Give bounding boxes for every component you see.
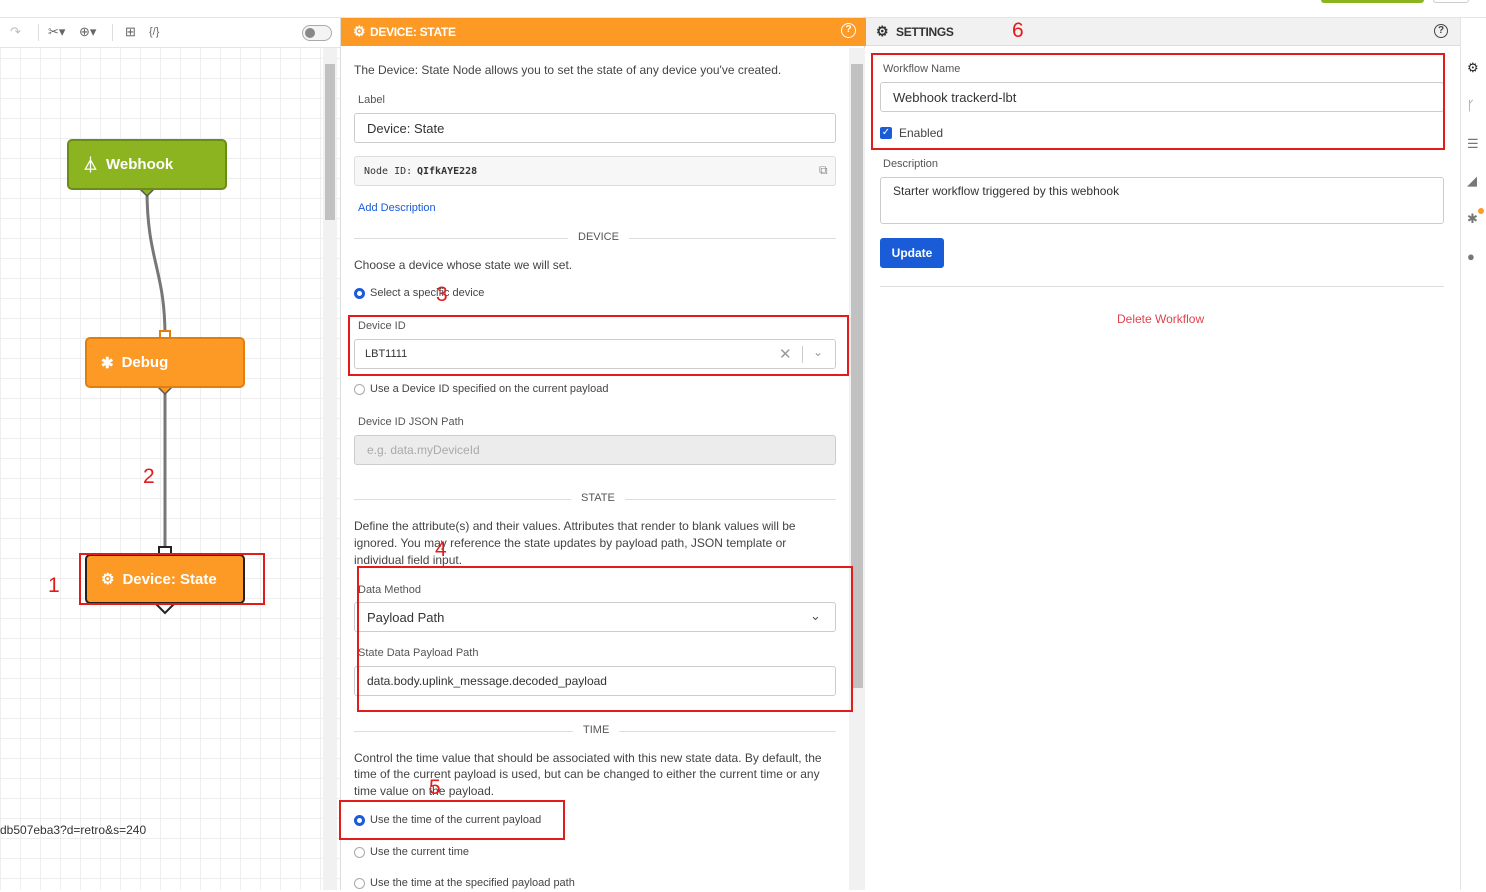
node-label: Debug <box>121 354 169 371</box>
node-id-caption: Node ID: <box>364 166 413 177</box>
gear-icon[interactable]: ⚙ <box>1467 60 1479 76</box>
workflow-name-input[interactable]: Webhook trackerd-lbt <box>880 82 1444 112</box>
globe-icon[interactable]: ● <box>1467 249 1475 264</box>
description-textarea[interactable]: Starter workflow triggered by this webho… <box>880 177 1444 224</box>
data-method-label: Data Method <box>358 584 421 596</box>
radio-time-current[interactable] <box>354 847 365 858</box>
time-description-line: time of the current payload is used, but… <box>354 767 820 781</box>
settings-header: ⚙ SETTINGS ? <box>866 18 1460 46</box>
device-section-title: DEVICE <box>568 231 629 243</box>
deploy-button[interactable] <box>1321 0 1424 3</box>
help-icon[interactable]: ? <box>1434 24 1448 38</box>
copy-icon[interactable]: ⧉ <box>819 163 828 178</box>
time-description-line: Control the time value that should be as… <box>354 751 822 765</box>
device-id-value: LBT1111 <box>365 348 408 360</box>
panel-scrollbar[interactable] <box>849 48 865 890</box>
help-icon[interactable]: ? <box>841 23 856 38</box>
annotation-number-5: 5 <box>429 776 441 799</box>
time-option-label: Use the current time <box>370 846 470 858</box>
json-path-input[interactable]: e.g. data.myDeviceId <box>354 435 836 465</box>
time-option-label: Use the time at the specified payload pa… <box>370 877 575 889</box>
time-option-label: Use the time of the current payload <box>370 814 542 826</box>
annotation-number-3: 3 <box>436 283 448 306</box>
device-id-label: Device ID <box>358 320 406 332</box>
enabled-checkbox[interactable]: ✓ <box>880 127 892 139</box>
gear-icon: ⚙ <box>876 23 889 39</box>
label-input[interactable]: Device: State <box>354 113 836 143</box>
database-icon[interactable]: ☰ <box>1467 136 1479 152</box>
label-caption: Label <box>358 94 385 106</box>
chart-icon[interactable]: ◢ <box>1467 173 1477 189</box>
radio-specific-device[interactable] <box>354 288 365 299</box>
settings-divider <box>880 286 1444 287</box>
payload-path-label: State Data Payload Path <box>358 647 479 659</box>
update-button[interactable]: Update <box>880 238 944 268</box>
device-state-node[interactable]: ⚙ Device: State <box>85 554 245 604</box>
debug-node[interactable]: ✱ Debug <box>85 337 245 388</box>
radio-time-payload-path[interactable] <box>354 878 365 889</box>
description-label: Description <box>883 158 939 170</box>
radio-time-current-payload[interactable] <box>354 815 365 826</box>
radio-payload-device[interactable] <box>354 384 365 395</box>
branch-icon[interactable]: ᚴ <box>1467 98 1475 113</box>
panel-title: DEVICE: STATE <box>370 25 456 39</box>
enabled-label: Enabled <box>899 126 944 140</box>
time-section-title: TIME <box>573 724 620 736</box>
device-state-icon: ⚙ <box>101 571 115 588</box>
chevron-down-icon[interactable]: ⌄ <box>810 608 821 624</box>
annotation-number-4: 4 <box>435 538 447 561</box>
intro-text: The Device: State Node allows you to set… <box>354 63 782 77</box>
device-id-select[interactable]: LBT1111 ✕ ⌄ <box>354 339 836 369</box>
node-connections <box>139 182 175 615</box>
delete-workflow-link[interactable]: Delete Workflow <box>1117 312 1204 326</box>
annotation-number-6: 6 <box>1012 19 1024 42</box>
payload-path-input[interactable]: data.body.uplink_message.decoded_payload <box>354 666 836 696</box>
notification-dot <box>1478 208 1484 214</box>
settings-title: SETTINGS <box>896 25 954 39</box>
node-label: Webhook <box>106 156 174 173</box>
device-description: Choose a device whose state we will set. <box>354 258 573 272</box>
more-button[interactable] <box>1433 0 1469 3</box>
node-editor-header: ⚙ DEVICE: STATE ? <box>341 18 866 46</box>
bug-icon: ✱ <box>101 354 114 372</box>
webhook-node[interactable]: ⏃ Webhook <box>67 139 227 190</box>
device-state-icon: ⚙ <box>353 23 366 39</box>
node-label: Device: State <box>122 570 217 588</box>
radio-payload-label: Use a Device ID specified on the current… <box>370 383 609 395</box>
state-description-line: Define the attribute(s) and their values… <box>354 519 796 533</box>
clear-icon[interactable]: ✕ <box>779 345 792 363</box>
chevron-down-icon[interactable]: ⌄ <box>813 345 823 359</box>
state-section-title: STATE <box>571 492 625 504</box>
time-description-line: time value on the payload. <box>354 784 495 798</box>
bug-icon[interactable]: ✱ <box>1467 211 1478 227</box>
url-fragment: db507eba3?d=retro&s=240 <box>0 823 147 837</box>
annotation-number-1: 1 <box>48 574 60 597</box>
webhook-icon: ⏃ <box>83 157 99 174</box>
data-method-select[interactable]: Payload Path ⌄ <box>354 602 836 632</box>
json-path-label: Device ID JSON Path <box>358 416 464 428</box>
radio-specific-label: Select a specific device <box>370 287 485 299</box>
annotation-number-2: 2 <box>143 465 155 488</box>
node-id-value: QIfkAYE228 <box>417 166 478 177</box>
node-editor-panel: ⚙ DEVICE: STATE ? The Device: State Node… <box>340 18 866 890</box>
right-icon-rail: ⚙ ᚴ ☰ ◢ ✱ ● <box>1460 18 1486 890</box>
node-id-box: Node ID: QIfkAYE228 ⧉ <box>354 156 836 186</box>
settings-panel: ⚙ SETTINGS ? Workflow Name Webhook track… <box>866 18 1460 890</box>
data-method-value: Payload Path <box>367 609 445 625</box>
workflow-name-label: Workflow Name <box>883 63 961 75</box>
add-description-link[interactable]: Add Description <box>358 202 436 214</box>
state-description-line: ignored. You may reference the state upd… <box>354 536 787 550</box>
